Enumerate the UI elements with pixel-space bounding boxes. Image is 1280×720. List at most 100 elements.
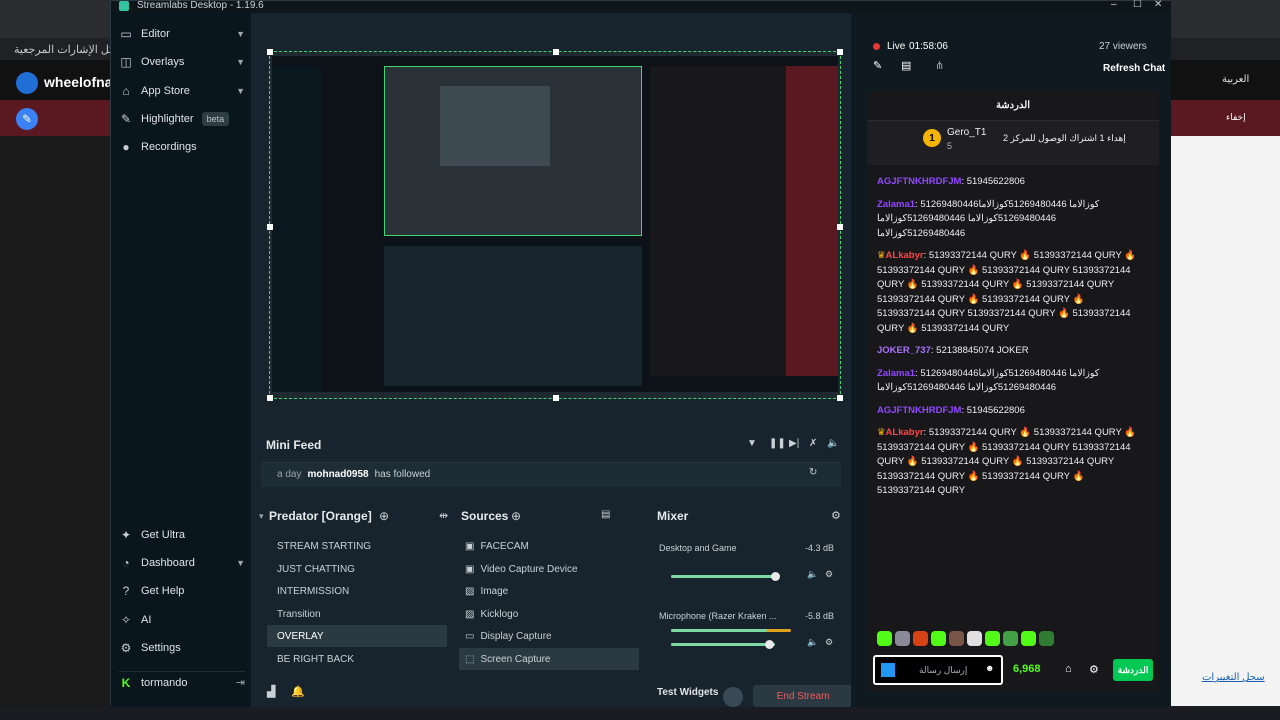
mixer-desktop: Desktop and Game -4.3 dB 🔈 ⚙ (659, 543, 839, 581)
chat-user[interactable]: Zalama1 (877, 368, 915, 379)
bookmark-label[interactable]: كل الإشارات المرجعية (14, 43, 114, 56)
gift-icon[interactable]: ⌂ (1065, 663, 1072, 675)
changelog-link[interactable]: سجل التغييرات (1202, 672, 1265, 683)
hide-label[interactable]: إخفاء (1226, 112, 1246, 123)
volume-slider[interactable] (671, 643, 775, 646)
emote-icon[interactable] (913, 631, 928, 646)
live-dot-icon (873, 43, 880, 50)
emote-icon[interactable] (1003, 631, 1018, 646)
event-user: mohnad0958 (307, 468, 369, 480)
lang-switch[interactable]: العربية (1222, 74, 1249, 85)
coin-balance[interactable]: 6,968 (1013, 663, 1041, 675)
video-icon: ▣ (465, 563, 475, 575)
chat-input[interactable]: إرسال رسالة ☻ (873, 655, 1003, 685)
volume-knob[interactable] (765, 640, 774, 649)
nav-get-ultra[interactable]: ✦ Get Ultra (119, 524, 245, 546)
minimize-icon[interactable]: – (1111, 0, 1117, 10)
viewers-count: 27 viewers (1099, 41, 1147, 52)
test-widgets[interactable]: Test Widgets (657, 687, 718, 698)
filter-icon[interactable]: ▼ (747, 438, 757, 449)
add-scene-icon[interactable]: ⊕ (379, 509, 389, 523)
emote-icon[interactable] (949, 631, 964, 646)
nav-editor[interactable]: ▭ Editor ▼ (119, 23, 245, 45)
chat-user[interactable]: ALkabyr (886, 250, 924, 261)
mute-alerts-icon[interactable]: ✗ (809, 438, 817, 449)
emote-icon[interactable] (931, 631, 946, 646)
nav-overlays[interactable]: ◫ Overlays ▼ (119, 51, 245, 73)
volume-knob[interactable] (771, 572, 780, 581)
scene-item[interactable]: JUST CHATTING (267, 558, 447, 580)
source-item[interactable]: ▨ Image (459, 580, 639, 602)
preview-canvas (272, 56, 838, 392)
scene-item[interactable]: STREAM STARTING (267, 535, 447, 557)
source-item-selected[interactable]: ⬚ Screen Capture (459, 648, 639, 670)
nav-get-help[interactable]: ? Get Help (119, 580, 245, 602)
emote-icon[interactable] (985, 631, 1000, 646)
emote-icon[interactable] (895, 631, 910, 646)
chat-user[interactable]: JOKER_737 (877, 345, 931, 356)
emote-icon[interactable] (877, 631, 892, 646)
scene-split-icon[interactable]: ⇹ (439, 509, 448, 522)
nav-settings[interactable]: ⚙ Settings (119, 637, 245, 659)
nav-label: Dashboard (141, 557, 195, 569)
chat-user[interactable]: AGJFTNKHRDFJM (877, 405, 961, 416)
refresh-chat[interactable]: Refresh Chat (1103, 63, 1165, 74)
editor-icon: ▭ (120, 27, 132, 41)
nav-ai[interactable]: ✧ AI (119, 609, 245, 631)
gear-icon[interactable]: ⚙ (1089, 663, 1099, 676)
chat-user[interactable]: ALkabyr (886, 427, 924, 438)
chat-user[interactable]: AGJFTNKHRDFJM (877, 176, 961, 187)
ai-icon: ✧ (120, 613, 132, 627)
close-icon[interactable]: ✕ (1154, 0, 1162, 10)
edit-icon[interactable]: ✎ (16, 108, 38, 130)
gear-icon[interactable]: ⚙ (825, 637, 833, 648)
nav-recordings[interactable]: ● Recordings (119, 136, 245, 158)
emote-icon[interactable] (1021, 631, 1036, 646)
nav-dashboard[interactable]: ◔ Dashboard ▼ (119, 552, 245, 574)
scene-item-selected[interactable]: OVERLAY (267, 625, 447, 647)
source-item[interactable]: ▨ Kicklogo (459, 603, 639, 625)
stream-preview[interactable] (267, 49, 843, 401)
scene-item[interactable]: Transition (267, 603, 447, 625)
scene-item[interactable]: BE RIGHT BACK (267, 648, 447, 670)
screen-icon: ⬚ (465, 653, 475, 665)
collapse-icon[interactable]: ▾ (259, 511, 264, 522)
source-item[interactable]: ▣ FACECAM (459, 535, 639, 557)
bookmark-icon[interactable]: ▤ (901, 59, 911, 72)
feed-event: a day mohnad0958 has followed ↻ (261, 461, 841, 487)
maximize-icon[interactable]: ☐ (1133, 0, 1142, 10)
scene-item[interactable]: INTERMISSION (267, 580, 447, 602)
nav-user[interactable]: Ktormando ⇥ (119, 671, 245, 693)
scene-label: BE RIGHT BACK (277, 653, 355, 665)
chat-input-row: إرسال رسالة ☻ 6,968 ⌂ ⚙ الدردشة (867, 651, 1159, 687)
nav-highlighter[interactable]: ✎ Highlighter beta (119, 108, 245, 130)
emote-icon[interactable] (1039, 631, 1054, 646)
source-tools-icon[interactable]: ▤ (601, 509, 610, 520)
speaker-icon[interactable]: 🔈 (807, 637, 818, 648)
skip-icon[interactable]: ▶| (789, 438, 799, 449)
source-item[interactable]: ▭ Display Capture (459, 625, 639, 647)
nav-label: AI (141, 614, 152, 626)
nav-app-store[interactable]: ⌂ App Store ▼ (119, 80, 245, 102)
end-stream-button[interactable]: End Stream (753, 685, 853, 707)
volume-slider[interactable] (671, 575, 775, 578)
editor-main: Mini Feed ▼ ❚❚ ▶| ✗ 🔈 a day mohnad0958 h… (251, 13, 853, 707)
add-source-icon[interactable]: ⊕ (511, 509, 521, 523)
repeat-icon[interactable]: ↻ (809, 467, 817, 478)
pause-icon[interactable]: ❚❚ (769, 438, 786, 449)
emoji-icon[interactable]: ☻ (985, 663, 994, 673)
send-chat-button[interactable]: الدردشة (1113, 659, 1153, 681)
share-icon[interactable]: ⋔ (935, 59, 944, 72)
gear-icon[interactable]: ⚙ (831, 509, 841, 522)
chat-tab[interactable]: الدردشة (867, 91, 1159, 121)
edit-icon[interactable]: ✎ (873, 59, 882, 72)
performance-icon[interactable]: ▟ (267, 685, 275, 698)
notification-icon[interactable]: 🔔 (291, 685, 305, 698)
gear-icon[interactable]: ⚙ (825, 569, 833, 580)
speaker-icon[interactable]: 🔈 (807, 569, 818, 580)
rec-button[interactable] (723, 687, 743, 707)
volume-icon[interactable]: 🔈 (827, 438, 839, 449)
emote-icon[interactable] (967, 631, 982, 646)
source-item[interactable]: ▣ Video Capture Device (459, 558, 639, 580)
chat-user[interactable]: Zalama1 (877, 199, 915, 210)
